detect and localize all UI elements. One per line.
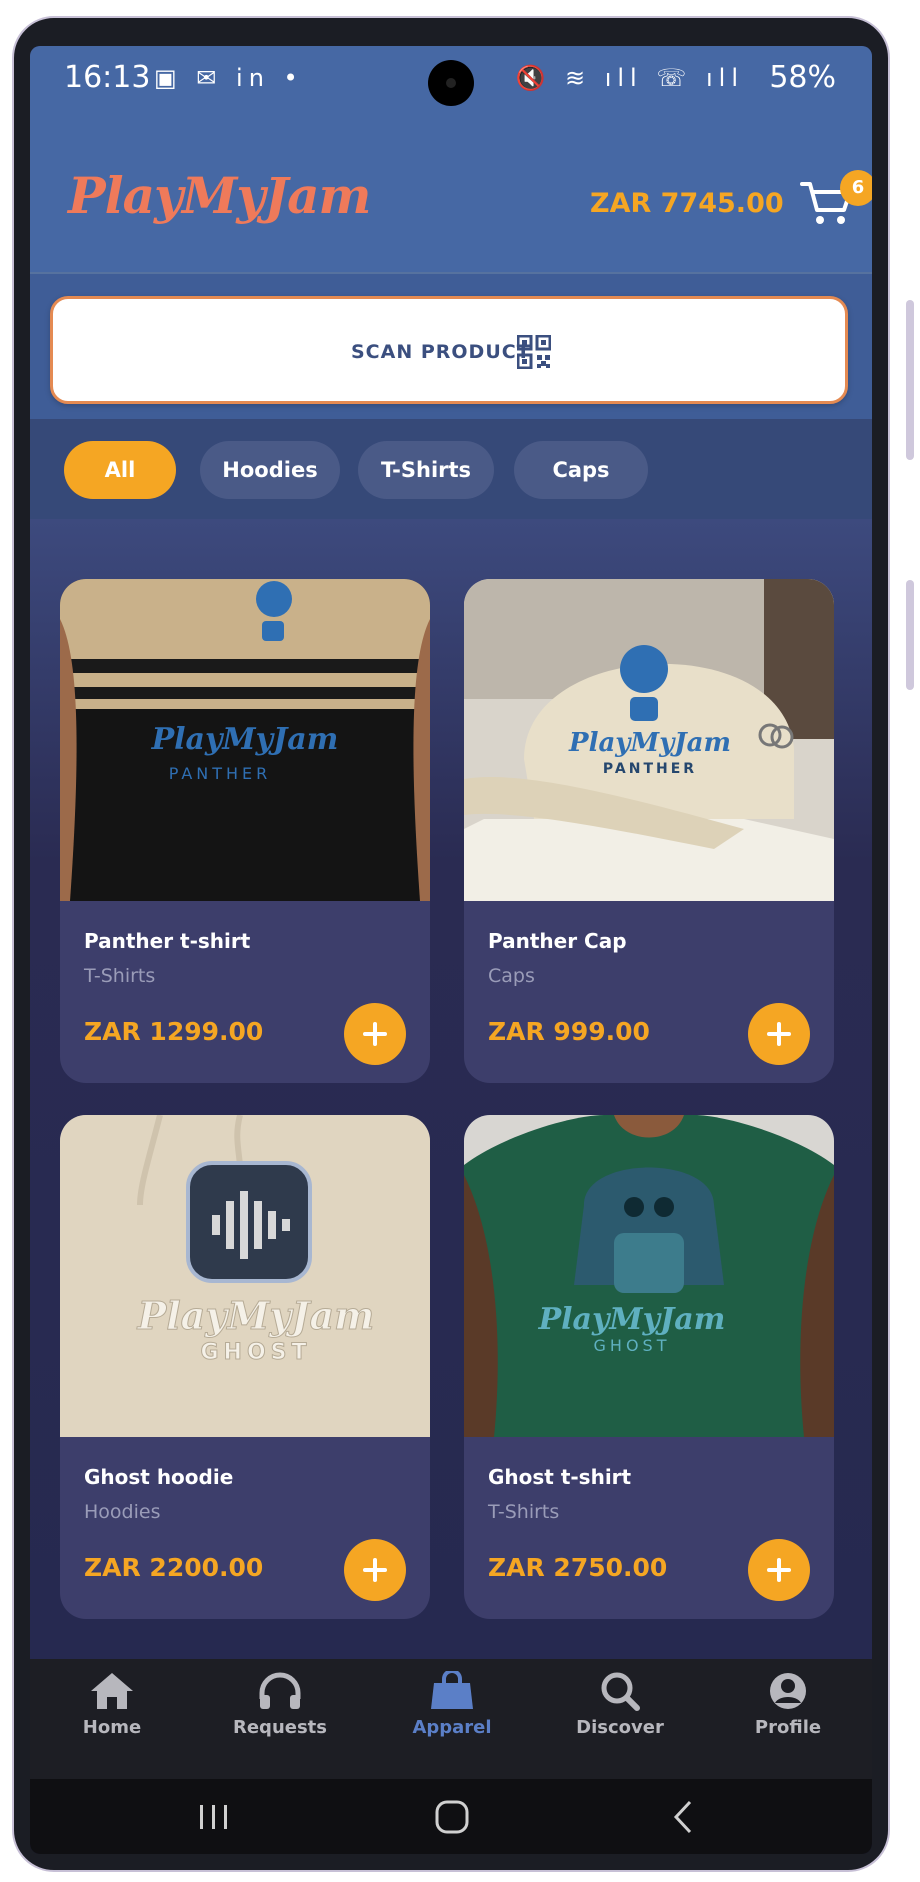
panther-cap-sub: PANTHER	[603, 761, 697, 777]
ghost-tshirt-image: PlayMyJam GHOST	[464, 1115, 834, 1437]
nav-label-home: Home	[82, 1717, 142, 1738]
qr-code-icon	[517, 335, 551, 369]
product-name: Ghost hoodie	[84, 1465, 234, 1489]
add-to-cart-button[interactable]	[748, 1003, 810, 1065]
product-name: Panther Cap	[488, 929, 627, 953]
panther-tshirt-sub: PANTHER	[169, 764, 272, 783]
headphones-icon	[259, 1672, 301, 1709]
nav-item-discover[interactable]: Discover	[560, 1671, 680, 1771]
back-icon[interactable]	[670, 1799, 696, 1835]
ghost-tshirt-sub: GHOST	[594, 1336, 671, 1355]
product-card[interactable]: PlayMyJam PANTHER Panther Cap Caps ZAR 9…	[464, 579, 834, 1083]
product-card[interactable]: PlayMyJam PANTHER Panther t-shirt T-Shir…	[60, 579, 430, 1083]
cart-count-badge: 6	[840, 170, 872, 206]
notification-icons: ▣ ✉ in •	[154, 64, 304, 92]
product-price: ZAR 2750.00	[488, 1553, 668, 1582]
power-button	[906, 580, 914, 690]
product-image[interactable]: PlayMyJam GHOST	[464, 1115, 834, 1437]
product-category: Hoodies	[84, 1501, 161, 1523]
product-image[interactable]: PlayMyJam GHOST	[60, 1115, 430, 1437]
ghost-hoodie-sub: GHOST	[200, 1340, 311, 1365]
scan-product-button[interactable]: SCAN PRODUCT	[50, 296, 848, 404]
search-icon	[601, 1672, 640, 1711]
product-price: ZAR 999.00	[488, 1017, 650, 1046]
system-icons: 🔇 ≋ ıll ☏ ıll	[515, 64, 744, 92]
shopping-bag-icon	[431, 1671, 473, 1709]
panther-cap-brand: PlayMyJam	[568, 728, 731, 758]
product-category: T-Shirts	[84, 965, 156, 987]
home-icon	[91, 1673, 133, 1709]
panther-tshirt-image: PlayMyJam PANTHER	[60, 579, 430, 901]
product-card[interactable]: PlayMyJam GHOST Ghost t-shirt T-Shirts Z…	[464, 1115, 834, 1619]
home-circle-icon[interactable]	[434, 1799, 470, 1835]
tab-hoodies[interactable]: Hoodies	[200, 441, 340, 499]
product-image[interactable]: PlayMyJam PANTHER	[464, 579, 834, 901]
tab-all[interactable]: All	[64, 441, 176, 499]
product-grid: PlayMyJam PANTHER Panther t-shirt T-Shir…	[30, 519, 872, 1659]
app-logo[interactable]: PlayMyJam	[68, 166, 371, 225]
scan-product-label: SCAN PRODUCT	[351, 341, 531, 363]
product-name: Ghost t-shirt	[488, 1465, 632, 1489]
tab-caps[interactable]: Caps	[514, 441, 648, 499]
nav-item-home[interactable]: Home	[52, 1671, 172, 1771]
battery-level: 58%	[769, 60, 836, 95]
product-name: Panther t-shirt	[84, 929, 251, 953]
product-card[interactable]: PlayMyJam GHOST Ghost hoodie Hoodies ZAR…	[60, 1115, 430, 1619]
nav-label-requests: Requests	[232, 1717, 327, 1738]
panther-tshirt-brand: PlayMyJam	[151, 722, 339, 757]
recent-apps-icon[interactable]	[196, 1801, 232, 1833]
add-to-cart-button[interactable]	[344, 1539, 406, 1601]
product-price: ZAR 1299.00	[84, 1017, 264, 1046]
add-to-cart-button[interactable]	[344, 1003, 406, 1065]
nav-label-discover: Discover	[576, 1717, 664, 1738]
nav-label-profile: Profile	[754, 1717, 822, 1738]
status-bar: 16:13 ▣ ✉ in • 🔇 ≋ ıll ☏ ıll 58%	[30, 46, 872, 136]
product-category: Caps	[488, 965, 535, 987]
category-tabs: All Hoodies T-Shirts Caps	[30, 419, 872, 519]
ghost-hoodie-brand: PlayMyJam	[137, 1293, 375, 1338]
nav-label-apparel: Apparel	[412, 1717, 492, 1738]
nav-item-profile[interactable]: Profile	[728, 1671, 848, 1771]
profile-icon	[770, 1673, 806, 1709]
product-category: T-Shirts	[488, 1501, 560, 1523]
status-time: 16:13	[64, 60, 151, 95]
front-camera	[428, 60, 474, 106]
bottom-navigation: Home Requests Apparel Discover Profile	[30, 1659, 872, 1779]
nav-item-apparel[interactable]: Apparel	[392, 1671, 512, 1771]
app-screen: 16:13 ▣ ✉ in • 🔇 ≋ ıll ☏ ıll 58% PlayMyJ…	[30, 46, 872, 1854]
volume-button	[906, 300, 914, 460]
ghost-hoodie-image: PlayMyJam GHOST	[60, 1115, 430, 1437]
ghost-tshirt-brand: PlayMyJam	[538, 1302, 726, 1337]
system-navigation-bar	[30, 1779, 872, 1854]
tab-t-shirts[interactable]: T-Shirts	[358, 441, 494, 499]
scan-area: SCAN PRODUCT	[30, 274, 872, 419]
nav-item-requests[interactable]: Requests	[220, 1671, 340, 1771]
panther-cap-image: PlayMyJam PANTHER	[464, 579, 834, 901]
product-price: ZAR 2200.00	[84, 1553, 264, 1582]
product-image[interactable]: PlayMyJam PANTHER	[60, 579, 430, 901]
cart-total: ZAR 7745.00	[590, 188, 784, 219]
add-to-cart-button[interactable]	[748, 1539, 810, 1601]
app-header: PlayMyJam ZAR 7745.00 6	[30, 136, 872, 274]
